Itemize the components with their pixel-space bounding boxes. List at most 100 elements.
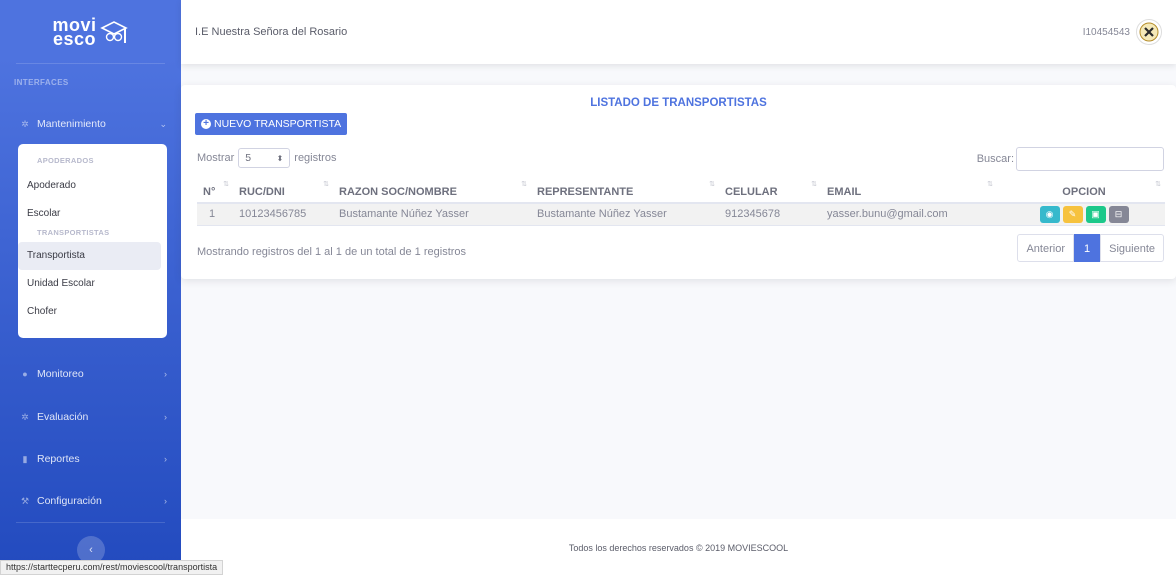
- column-header-label: RUC/DNI: [239, 186, 285, 198]
- search-label: Buscar:: [976, 153, 1014, 165]
- column-header-label: CELULAR: [725, 186, 778, 198]
- column-header-email[interactable]: EMAIL ⇅: [821, 181, 997, 204]
- column-header-representante[interactable]: REPRESENTANTE ⇅: [531, 181, 719, 204]
- user-id: I10454543: [1082, 26, 1130, 38]
- column-header-n[interactable]: N° ⇅: [197, 181, 233, 204]
- wrench-icon: ⚒: [20, 495, 30, 506]
- chevron-right-icon: ›: [164, 454, 167, 464]
- bus-button[interactable]: ⊟: [1108, 205, 1129, 223]
- brand-logo[interactable]: movi esco: [16, 0, 165, 64]
- submenu-item-unidad-escolar[interactable]: Unidad Escolar: [18, 270, 161, 298]
- length-control: Mostrar 5 ⬍ registros: [197, 148, 336, 168]
- sidebar-item-label: Monitoreo: [37, 368, 84, 380]
- sidebar-item-mantenimiento[interactable]: ✲ Mantenimiento ⌄: [0, 102, 181, 146]
- pagination-page-1[interactable]: 1: [1074, 234, 1101, 262]
- cell-email: yasser.bunu@gmail.com: [821, 203, 997, 226]
- sort-icon: ⇅: [1155, 181, 1161, 188]
- column-header-opcion[interactable]: OPCION ⇅: [997, 181, 1165, 204]
- sort-icon: ⇅: [709, 181, 715, 188]
- edit-button[interactable]: ✎: [1062, 205, 1083, 223]
- footer: Todos los derechos reservados © 2019 MOV…: [181, 519, 1176, 575]
- column-header-ruc[interactable]: RUC/DNI ⇅: [233, 181, 333, 204]
- submenu-heading: APODERADOS: [37, 156, 94, 165]
- user-menu[interactable]: I10454543: [1083, 19, 1162, 45]
- gear-icon: ✲: [21, 118, 29, 129]
- row-actions: ◉ ✎ ▣ ⊟: [1003, 205, 1165, 223]
- show-label: Mostrar: [197, 152, 235, 164]
- submenu-item-transportista[interactable]: Transportista: [18, 242, 161, 270]
- sidebar-item-label: Reportes: [37, 453, 80, 465]
- column-header-label: EMAIL: [827, 186, 862, 198]
- pagination: Anterior 1 Siguiente: [1017, 234, 1164, 262]
- sidebar: movi esco INTERFACES ✲ Mantenimiento ⌄ A…: [0, 0, 181, 575]
- transportistas-table: N° ⇅ RUC/DNI ⇅ RAZON SOC/NOMBRE ⇅ REPRESENT…: [197, 181, 1165, 226]
- sidebar-item-label: Mantenimiento: [37, 118, 106, 130]
- search-control: Buscar:: [977, 147, 1164, 171]
- sort-icon: ⇅: [987, 181, 993, 188]
- chevron-right-icon: ›: [164, 369, 167, 379]
- new-transportista-button[interactable]: + NUEVO TRANSPORTISTA: [195, 113, 348, 135]
- sort-icon: ⇅: [223, 181, 229, 188]
- column-header-celular[interactable]: CELULAR ⇅: [719, 181, 821, 204]
- cell-ruc: 10123456785: [233, 203, 333, 226]
- chevron-down-icon: ⌄: [159, 118, 167, 129]
- page-length-select[interactable]: 5 ⬍: [238, 148, 291, 168]
- cell-razon: Bustamante Núñez Yasser: [333, 203, 531, 226]
- sidebar-item-reportes[interactable]: ▮ Reportes ›: [0, 437, 181, 481]
- new-button-label: NUEVO TRANSPORTISTA: [214, 118, 342, 130]
- topbar: I.E Nuestra Señora del Rosario I10454543: [181, 0, 1176, 64]
- submenu-item-chofer[interactable]: Chofer: [18, 298, 161, 326]
- brand-line-2: esco: [52, 28, 96, 49]
- table-header-row: N° ⇅ RUC/DNI ⇅ RAZON SOC/NOMBRE ⇅ REPRESENT…: [197, 181, 1165, 204]
- bus-icon: ⊟: [1114, 208, 1123, 219]
- school-name: I.E Nuestra Señora del Rosario: [195, 26, 348, 38]
- sort-icon: ⇅: [811, 181, 817, 188]
- sidebar-item-label: Configuración: [37, 495, 102, 507]
- sidebar-divider: [16, 522, 165, 523]
- gear-icon: ✲: [21, 411, 29, 422]
- sort-icon: ⇅: [521, 181, 527, 188]
- sort-icon: ⇅: [323, 181, 329, 188]
- records-label: registros: [294, 152, 337, 164]
- chevron-right-icon: ›: [164, 496, 167, 506]
- sidebar-item-evaluacion[interactable]: ✲ Evaluación ›: [0, 395, 181, 439]
- avatar[interactable]: [1136, 19, 1162, 45]
- column-header-label: N°: [203, 186, 216, 198]
- eye-icon: ◉: [1045, 208, 1054, 219]
- school-icon: [99, 20, 128, 43]
- page-title: LISTADO DE TRANSPORTISTAS: [590, 97, 767, 109]
- submenu-heading: TRANSPORTISTAS: [37, 228, 110, 237]
- sidebar-item-configuracion[interactable]: ⚒ Configuración ›: [0, 479, 181, 523]
- school-crest-icon: [1139, 22, 1159, 42]
- save-button[interactable]: ▣: [1085, 205, 1106, 223]
- submenu-item-escolar[interactable]: Escolar: [18, 200, 161, 228]
- view-button[interactable]: ◉: [1039, 205, 1060, 223]
- submenu-mantenimiento: APODERADOS Apoderado Escolar TRANSPORTIS…: [18, 144, 167, 338]
- file-icon: ▮: [22, 453, 28, 464]
- pencil-icon: ✎: [1068, 208, 1077, 219]
- chevron-right-icon: ›: [164, 412, 167, 422]
- floppy-icon: ▣: [1091, 208, 1100, 219]
- submenu-item-apoderado[interactable]: Apoderado: [18, 172, 161, 200]
- sidebar-item-monitoreo[interactable]: ● Monitoreo ›: [0, 352, 181, 396]
- brand-name: movi esco: [52, 16, 96, 49]
- cell-opcion: ◉ ✎ ▣ ⊟: [997, 203, 1165, 226]
- sidebar-item-label: Evaluación: [37, 411, 89, 423]
- search-input[interactable]: [1016, 147, 1164, 171]
- plus-circle-icon: +: [201, 119, 211, 129]
- cell-celular: 912345678: [719, 203, 821, 226]
- column-header-label: RAZON SOC/NOMBRE: [339, 186, 457, 198]
- cell-n: 1: [197, 203, 233, 226]
- browser-status-url: https://starttecperu.com/rest/moviescool…: [0, 560, 224, 575]
- column-header-label: REPRESENTANTE: [537, 186, 634, 198]
- cell-representante: Bustamante Núñez Yasser: [531, 203, 719, 226]
- transportistas-card: LISTADO DE TRANSPORTISTAS + NUEVO TRANSP…: [181, 85, 1176, 279]
- pagination-previous[interactable]: Anterior: [1017, 234, 1074, 262]
- select-arrows-icon: ⬍: [276, 153, 284, 163]
- column-header-label: OPCION: [1062, 186, 1106, 198]
- pagination-next[interactable]: Siguiente: [1100, 234, 1164, 262]
- column-header-razon[interactable]: RAZON SOC/NOMBRE ⇅: [333, 181, 531, 204]
- table-row: 1 10123456785 Bustamante Núñez Yasser Bu…: [197, 203, 1165, 226]
- copyright: Todos los derechos reservados © 2019 MOV…: [568, 543, 789, 553]
- map-pin-icon: ●: [22, 369, 28, 379]
